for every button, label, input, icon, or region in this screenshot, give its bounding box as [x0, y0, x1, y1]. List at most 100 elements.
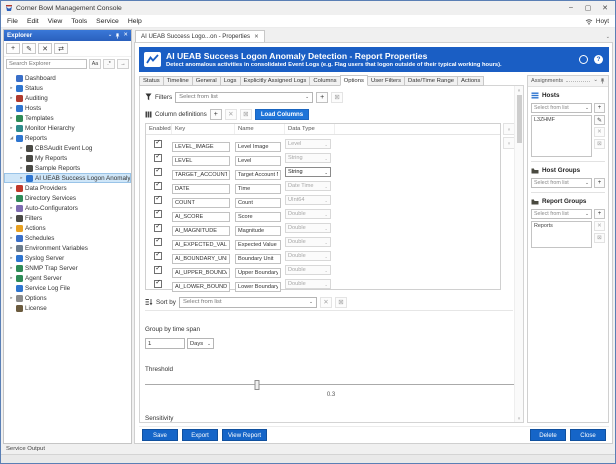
tree-chevron-icon[interactable]: ▸	[9, 105, 14, 111]
tree-item[interactable]: ▸ Data Providers	[4, 183, 131, 193]
match-case-button[interactable]: Aa	[89, 59, 101, 69]
clear-report-groups-button[interactable]: ⊠	[594, 233, 605, 243]
delete-column-button[interactable]: ✕	[225, 109, 237, 120]
remove-host-button[interactable]: ✕	[594, 127, 605, 137]
help-button[interactable]: ?	[594, 55, 603, 64]
tree-item[interactable]: Dashboard	[4, 73, 131, 83]
tree-chevron-icon[interactable]: ▸	[9, 295, 14, 301]
add-report-group-button[interactable]: +	[594, 209, 605, 219]
report-groups-listbox[interactable]: Reports	[531, 221, 592, 248]
hosts-dropdown[interactable]: Select from list ⌄	[531, 103, 592, 113]
footer-button[interactable]: Delete	[530, 429, 566, 441]
tree-item[interactable]: ▸ Syslog Server	[4, 253, 131, 263]
property-tab[interactable]: General	[192, 76, 221, 86]
tree-item[interactable]: ▸ Monitor Hierarchy	[4, 123, 131, 133]
close-icon[interactable]: ✕	[601, 4, 609, 12]
footer-button[interactable]: Close	[570, 429, 606, 441]
load-columns-button[interactable]: Load Columns	[255, 109, 309, 120]
property-tab[interactable]: Timeline	[163, 76, 193, 86]
move-item-button[interactable]: ⇄	[54, 43, 68, 54]
enabled-checkbox[interactable]	[154, 280, 162, 288]
tree-chevron-icon[interactable]: ▸	[9, 95, 14, 101]
tree-item[interactable]: ▸ Actions	[4, 223, 131, 233]
table-scroll-up-button[interactable]: ˄	[503, 123, 514, 135]
enabled-checkbox[interactable]	[154, 168, 162, 176]
tree-chevron-icon[interactable]: ▸	[9, 125, 14, 131]
group-by-value-field[interactable]	[145, 338, 185, 349]
enabled-checkbox[interactable]	[154, 182, 162, 190]
tree-chevron-icon[interactable]: ▸	[9, 255, 14, 261]
delete-item-button[interactable]: ✕	[38, 43, 52, 54]
tree-item[interactable]: ▸ Templates	[4, 113, 131, 123]
enabled-checkbox[interactable]	[154, 196, 162, 204]
tree-item[interactable]: ▸ Status	[4, 83, 131, 93]
tree-chevron-icon[interactable]: ▸	[19, 175, 24, 181]
tree-chevron-icon[interactable]: ▸	[9, 85, 14, 91]
hosts-listbox[interactable]: L3ZHMF	[531, 115, 592, 157]
tree-item[interactable]: License	[4, 303, 131, 313]
tree-chevron-icon[interactable]: ▸	[9, 115, 14, 121]
data-type-select[interactable]: String ⌄	[285, 167, 331, 177]
tree-chevron-icon[interactable]: ▸	[9, 235, 14, 241]
key-field[interactable]	[172, 282, 230, 292]
property-tab[interactable]: Status	[139, 76, 164, 86]
property-tab[interactable]: Actions	[457, 76, 484, 86]
tree-item[interactable]: ▸ Directory Services	[4, 193, 131, 203]
tree-item[interactable]: ▸ Schedules	[4, 233, 131, 243]
clear-hosts-button[interactable]: ⊠	[594, 139, 605, 149]
scroll-up-icon[interactable]: ˄	[518, 86, 521, 94]
property-tab[interactable]: Date/Time Range	[404, 76, 458, 86]
tree-item[interactable]: ▸ Auto-Configurators	[4, 203, 131, 213]
property-tab[interactable]: Logs	[220, 76, 241, 86]
tree-chevron-icon[interactable]: ▸	[19, 145, 24, 151]
scrollbar-thumb[interactable]	[517, 95, 522, 143]
tree-item[interactable]: ▸ CBSAudit Event Log	[4, 143, 131, 153]
threshold-slider[interactable]	[145, 380, 514, 390]
tree-chevron-icon[interactable]: ◢	[9, 135, 14, 141]
data-type-select[interactable]: Double ⌄	[285, 223, 331, 233]
enabled-checkbox[interactable]	[154, 224, 162, 232]
enabled-checkbox[interactable]	[154, 252, 162, 260]
content-scrollbar[interactable]: ˄ ˅	[514, 86, 523, 422]
tree-chevron-icon[interactable]: ▸	[19, 165, 24, 171]
scroll-down-icon[interactable]: ˅	[518, 414, 521, 422]
tree-item[interactable]: ▸ Sample Reports	[4, 163, 131, 173]
data-type-select[interactable]: Level ⌄	[285, 139, 331, 149]
data-type-select[interactable]: Double ⌄	[285, 209, 331, 219]
property-tab[interactable]: Columns	[309, 76, 340, 86]
add-host-button[interactable]: +	[594, 103, 605, 113]
threshold-slider-thumb[interactable]	[254, 380, 259, 390]
slider-track[interactable]	[145, 384, 514, 385]
property-tab[interactable]: Explicitly Assigned Logs	[240, 76, 311, 86]
footer-button[interactable]: Export	[182, 429, 218, 441]
tree-item[interactable]: ◢ Reports	[4, 133, 131, 143]
document-tab-close-icon[interactable]: ✕	[254, 34, 259, 40]
data-type-select[interactable]: UInt64 ⌄	[285, 195, 331, 205]
edit-host-button[interactable]: ✎	[594, 115, 605, 125]
pin-icon[interactable]	[600, 78, 605, 84]
add-filter-button[interactable]: +	[316, 92, 328, 103]
tree-chevron-icon[interactable]: ▸	[9, 195, 14, 201]
add-item-button[interactable]: +	[6, 43, 20, 54]
remove-sort-button[interactable]: ⊠	[335, 297, 347, 308]
tree-chevron-icon[interactable]: ▸	[9, 245, 14, 251]
tab-list-chevron-icon[interactable]: ⌄	[606, 34, 613, 42]
tree-item[interactable]: ▸ Agent Server	[4, 273, 131, 283]
tree-item[interactable]: ▸ Environment Variables	[4, 243, 131, 253]
panel-close-icon[interactable]: ✕	[123, 33, 128, 39]
tree-item[interactable]: ▸ AI UEAB Success Logon Anomaly Detectio…	[4, 173, 131, 183]
data-type-select[interactable]: Date Time ⌄	[285, 181, 331, 191]
clear-sort-button[interactable]: ✕	[320, 297, 332, 308]
tree-item[interactable]: ▸ Auditing	[4, 93, 131, 103]
search-go-button[interactable]: →	[117, 59, 129, 69]
tree-chevron-icon[interactable]: ▸	[9, 275, 14, 281]
maximize-icon[interactable]: ▢	[584, 4, 592, 12]
filters-dropdown[interactable]: Select from list ⌄	[175, 92, 313, 103]
minimize-icon[interactable]: –	[567, 4, 575, 12]
table-scroll-down-button[interactable]: ˅	[503, 137, 514, 149]
property-tab[interactable]: Options	[340, 75, 368, 86]
report-group-list-item[interactable]: Reports	[534, 223, 589, 229]
data-type-select[interactable]: Double ⌄	[285, 265, 331, 275]
menu-item[interactable]: Help	[128, 18, 142, 25]
add-column-button[interactable]: +	[210, 109, 222, 120]
